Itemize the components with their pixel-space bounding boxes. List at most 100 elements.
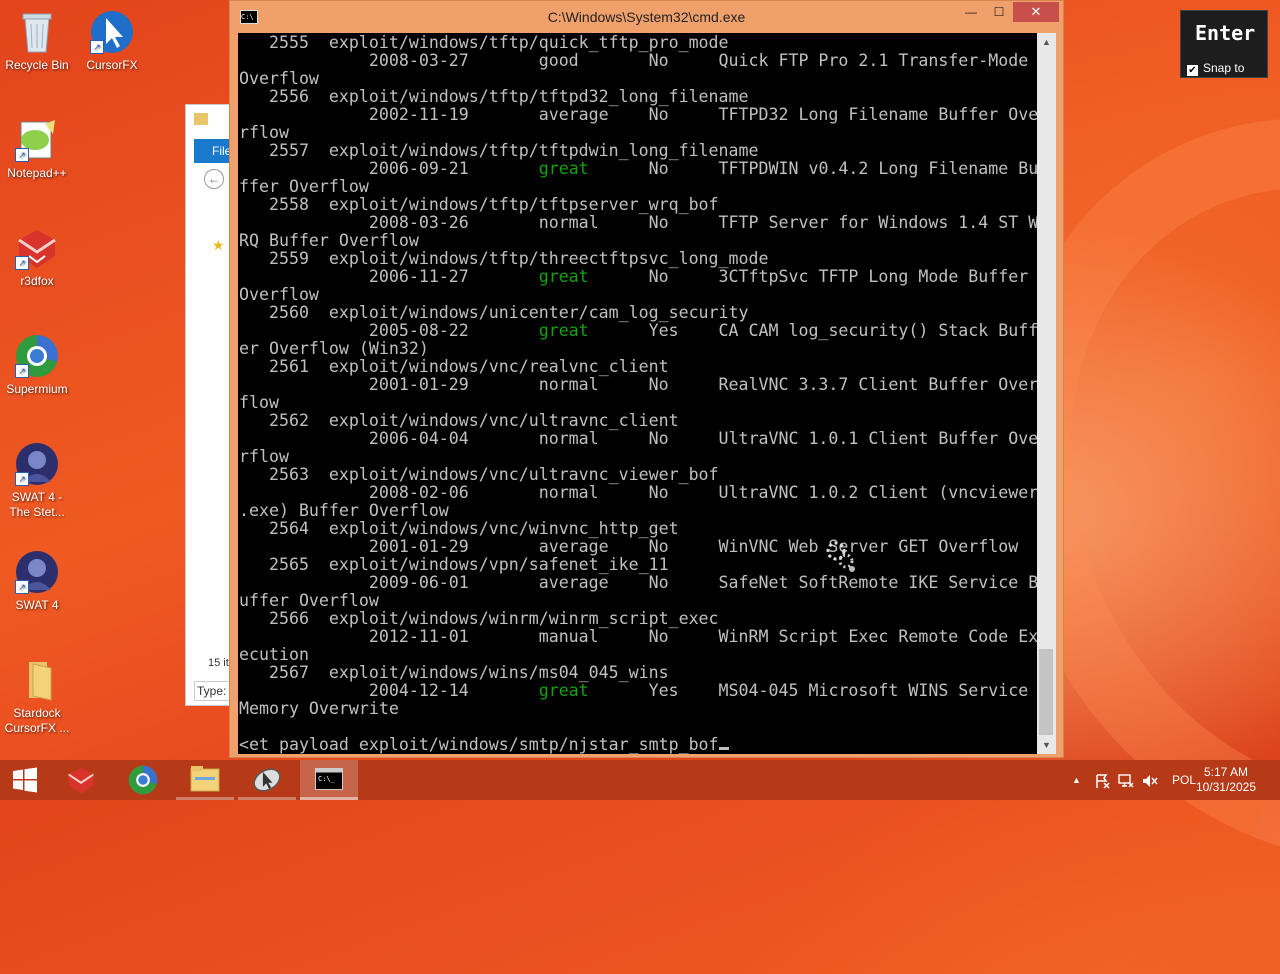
supermium-icon xyxy=(128,765,158,795)
console-line: Overflow xyxy=(239,285,319,304)
scroll-up-icon[interactable]: ▲ xyxy=(1037,33,1056,51)
console-line: .exe) Buffer Overflow xyxy=(239,501,449,520)
console-line: 2004-12-14 great Yes MS04-045 Microsoft … xyxy=(239,681,1037,700)
text-cursor xyxy=(718,747,729,750)
desktop-icon-swat4[interactable]: ↗ SWAT 4 xyxy=(0,550,74,613)
console-line: er Overflow (Win32) xyxy=(239,339,429,358)
console-line: flow xyxy=(239,393,279,412)
console-line-prefix: 2004-12-14 xyxy=(239,681,539,700)
console-line: 2008-03-27 good No Quick FTP Pro 2.1 Tra… xyxy=(239,51,1037,70)
cmd-titlebar[interactable]: C:\ C:\Windows\System32\cmd.exe — ☐ ✕ xyxy=(230,1,1063,33)
console-line: Overflow xyxy=(239,69,319,88)
console-output[interactable]: 2555 exploit/windows/tftp/quick_tftp_pro… xyxy=(238,33,1037,754)
console-line-suffix: No TFTPDWIN v0.4.2 Long Filename Bu xyxy=(588,159,1037,178)
supermium-icon: ↗ xyxy=(15,334,59,378)
console-line: 2565 exploit/windows/vpn/safenet_ike_11 xyxy=(239,555,669,574)
tray-show-hidden-icon[interactable]: ▲ xyxy=(1072,760,1081,800)
desktop-icon-cursorfx[interactable]: ↗ CursorFX xyxy=(75,10,149,73)
console-line: rflow xyxy=(239,123,289,142)
shortcut-arrow-icon: ↗ xyxy=(15,580,29,594)
shortcut-arrow-icon: ↗ xyxy=(90,40,104,54)
console-line: 2001-01-29 average No WinVNC Web Server … xyxy=(239,537,1019,556)
desktop-icon-label: SWAT 4 - The Stet... xyxy=(9,490,65,519)
console-line: rflow xyxy=(239,447,289,466)
console-icon: C:\_ xyxy=(315,768,343,790)
cmd-window-title: C:\Windows\System32\cmd.exe xyxy=(547,9,746,25)
snap-to-toggle[interactable]: ✔ Snap to xyxy=(1187,61,1244,76)
close-button[interactable]: ✕ xyxy=(1013,2,1059,22)
cmd-window[interactable]: C:\ C:\Windows\System32\cmd.exe — ☐ ✕ 25… xyxy=(229,0,1064,758)
folder-icon xyxy=(15,658,59,702)
cursorfx-icon: ↗ xyxy=(90,10,134,54)
desktop-icon-swat4-stetchkov[interactable]: ↗ SWAT 4 - The Stet... xyxy=(0,442,74,520)
desktop-icon-recycle-bin[interactable]: Recycle Bin xyxy=(0,10,74,73)
file-explorer-icon xyxy=(190,766,220,792)
shortcut-arrow-icon: ↗ xyxy=(15,364,29,378)
console-line: 2567 exploit/windows/wins/ms04_045_wins xyxy=(239,663,669,682)
taskbar-cursorfx[interactable] xyxy=(238,760,296,800)
rank-great: great xyxy=(538,267,589,286)
scrollbar-thumb[interactable] xyxy=(1039,649,1053,735)
desktop-icon-label: r3dfox xyxy=(20,274,54,288)
scroll-down-icon[interactable]: ▼ xyxy=(1037,736,1056,754)
shortcut-arrow-icon: ↗ xyxy=(15,148,29,162)
console-line: 2560 exploit/windows/unicenter/cam_log_s… xyxy=(239,303,749,322)
desktop-icon-label: SWAT 4 xyxy=(15,598,59,612)
ribbon-file-tab[interactable]: File xyxy=(194,139,234,163)
volume-muted-icon[interactable] xyxy=(1142,760,1158,800)
recycle-bin-icon xyxy=(15,10,59,54)
svg-text:C:\_: C:\_ xyxy=(318,775,336,783)
console-line: 2561 exploit/windows/vnc/realvnc_client xyxy=(239,357,669,376)
swat4-icon: ↗ xyxy=(15,442,59,486)
console-line: 2002-11-19 average No TFTPD32 Long Filen… xyxy=(239,105,1037,124)
console-line: 2557 exploit/windows/tftp/tftpdwin_long_… xyxy=(239,141,759,160)
desktop-icon-label: Recycle Bin xyxy=(5,58,69,72)
taskbar-file-explorer[interactable] xyxy=(176,760,234,800)
console-line: 2566 exploit/windows/winrm/winrm_script_… xyxy=(239,609,719,628)
input-language[interactable]: POL xyxy=(1172,760,1196,800)
start-button[interactable] xyxy=(0,760,58,800)
clock[interactable]: 5:17 AM 10/31/2025 xyxy=(1196,765,1256,795)
console-line: Memory Overwrite xyxy=(239,699,399,718)
keystroke-overlay[interactable]: Enter ✔ Snap to xyxy=(1180,10,1268,78)
checkbox-icon[interactable]: ✔ xyxy=(1187,65,1198,76)
rank-great: great xyxy=(538,159,589,178)
console-line: 2006-09-21 great No TFTPDWIN v0.4.2 Long… xyxy=(239,159,1037,178)
desktop-icon-stardock-cursorfx[interactable]: Stardock CursorFX ... xyxy=(0,658,74,736)
console-line: 2006-04-04 normal No UltraVNC 1.0.1 Clie… xyxy=(239,429,1037,448)
folder-icon xyxy=(194,113,208,125)
desktop-icon-label: Notepad++ xyxy=(7,166,67,180)
console-line: 2008-03-26 normal No TFTP Server for Win… xyxy=(239,213,1037,232)
console-text: 2555 exploit/windows/tftp/quick_tftp_pro… xyxy=(239,34,1037,754)
pressed-key: Enter xyxy=(1195,21,1256,45)
console-scrollbar[interactable]: ▲ ▼ xyxy=(1037,33,1056,754)
console-line: 2555 exploit/windows/tftp/quick_tftp_pro… xyxy=(239,33,729,52)
windows-logo-icon xyxy=(13,767,37,793)
rank-great: great xyxy=(538,321,589,340)
console-line-prefix: 2005-08-22 xyxy=(239,321,539,340)
explorer-item-count: 15 it xyxy=(208,657,229,669)
desktop-icon-r3dfox[interactable]: ↗ r3dfox xyxy=(0,226,74,289)
cursorfx-icon xyxy=(253,768,281,792)
console-line: 2564 exploit/windows/vnc/winvnc_http_get xyxy=(239,519,679,538)
taskbar: C:\_ ▲ POL 5:17 AM 10/31/2025 xyxy=(0,760,1280,800)
clock-date: 10/31/2025 xyxy=(1195,780,1256,794)
taskbar-supermium[interactable] xyxy=(114,760,172,800)
console-line: 2556 exploit/windows/tftp/tftpd32_long_f… xyxy=(239,87,749,106)
console-line-suffix: Yes CA CAM log_security() Stack Buff xyxy=(588,321,1037,340)
desktop-icon-label: Supermium xyxy=(6,382,68,396)
r3dfox-icon xyxy=(68,767,94,794)
desktop-icon-notepadpp[interactable]: ↗ Notepad++ xyxy=(0,118,74,181)
r3dfox-icon: ↗ xyxy=(15,226,59,270)
taskbar-r3dfox[interactable] xyxy=(52,760,110,800)
maximize-button[interactable]: ☐ xyxy=(985,2,1013,22)
shortcut-arrow-icon: ↗ xyxy=(15,472,29,486)
back-icon[interactable]: ← xyxy=(204,169,224,189)
action-center-flag-icon[interactable] xyxy=(1094,760,1110,800)
console-line-prefix: 2006-09-21 xyxy=(239,159,539,178)
network-icon[interactable] xyxy=(1118,760,1134,800)
console-line: RQ Buffer Overflow xyxy=(239,231,419,250)
desktop-icon-supermium[interactable]: ↗ Supermium xyxy=(0,334,74,397)
taskbar-cmd[interactable]: C:\_ xyxy=(300,760,358,800)
minimize-button[interactable]: — xyxy=(957,2,985,22)
